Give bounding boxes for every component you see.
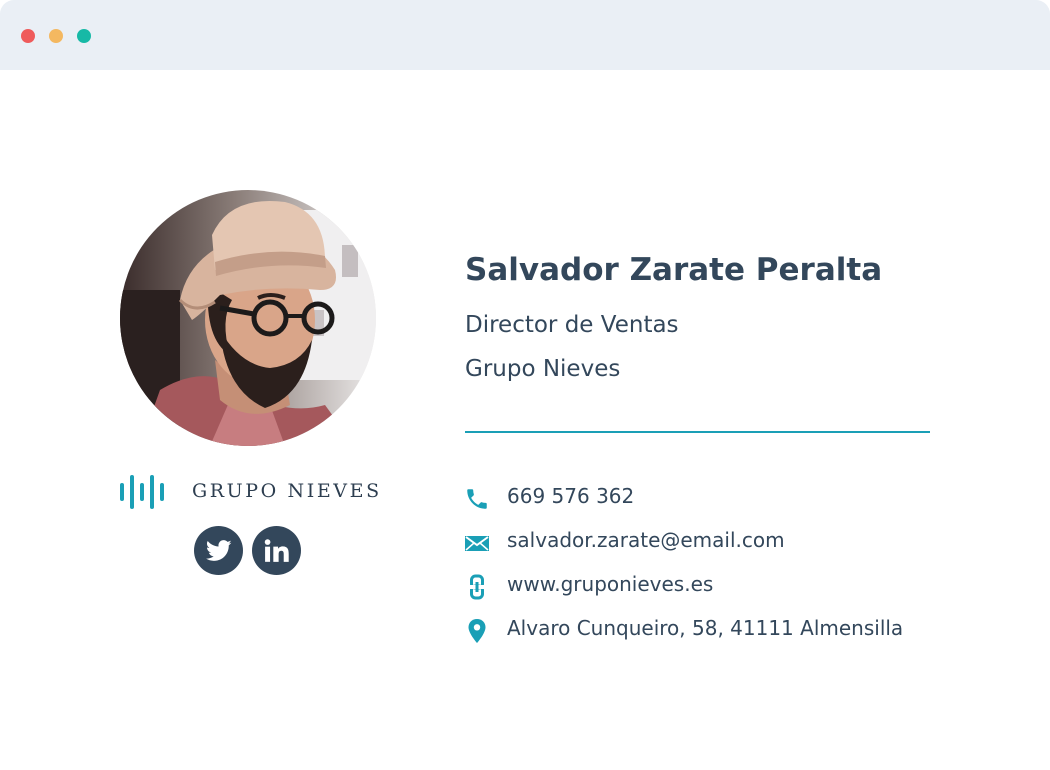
link-icon: [463, 574, 491, 600]
browser-window: GRUPO NIEVES Salvador Zarate Peralta Dir…: [0, 0, 1050, 770]
twitter-icon: [205, 539, 232, 561]
phone-icon: [463, 486, 491, 512]
phone-number: 669 576 362: [507, 484, 635, 508]
contact-address[interactable]: Alvaro Cunqueiro, 58, 41111 Almensilla: [463, 616, 1023, 646]
logo-text: GRUPO NIEVES: [192, 480, 382, 502]
website-url: www.gruponieves.es: [507, 572, 714, 596]
map-pin-icon: [463, 618, 491, 644]
street-address: Alvaro Cunqueiro, 58, 41111 Almensilla: [507, 616, 904, 640]
maximize-window-button[interactable]: [77, 29, 91, 43]
contact-phone[interactable]: 669 576 362: [463, 484, 1023, 514]
title-bar: [0, 0, 1050, 70]
contact-website[interactable]: www.gruponieves.es: [463, 572, 1023, 602]
linkedin-button[interactable]: [252, 526, 301, 575]
email-address: salvador.zarate@email.com: [507, 528, 785, 552]
envelope-icon: [463, 530, 491, 556]
linkedin-icon: [264, 538, 289, 562]
logo-bars-icon: [120, 475, 164, 509]
company-logo: GRUPO NIEVES: [119, 472, 379, 512]
divider: [465, 431, 930, 433]
twitter-button[interactable]: [194, 526, 243, 575]
person-name: Salvador Zarate Peralta: [465, 252, 883, 288]
minimize-window-button[interactable]: [49, 29, 63, 43]
profile-photo: [120, 190, 376, 446]
job-title: Director de Ventas: [465, 312, 679, 338]
contact-email[interactable]: salvador.zarate@email.com: [463, 528, 1023, 558]
company-name: Grupo Nieves: [465, 356, 621, 382]
close-window-button[interactable]: [21, 29, 35, 43]
